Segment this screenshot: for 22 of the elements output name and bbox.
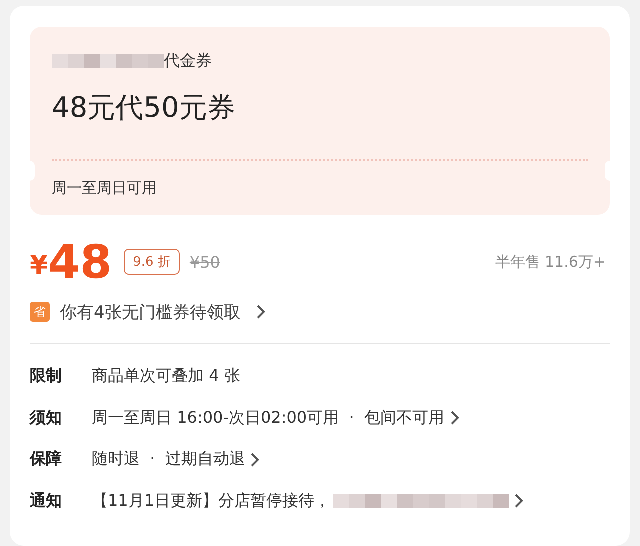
discount-badge: 9.6 折 bbox=[124, 249, 180, 275]
chevron-icon bbox=[251, 452, 260, 467]
detail-label: 限制 bbox=[30, 366, 63, 388]
chevron-icon bbox=[256, 305, 265, 319]
detail-value: 商品单次可叠加 4 张 bbox=[92, 366, 240, 388]
detail-label: 须知 bbox=[30, 408, 63, 429]
coupon-name: 代金券 bbox=[164, 50, 212, 72]
save-icon: 省 bbox=[30, 302, 50, 322]
detail-value[interactable]: 随时退 · 过期自动退 bbox=[92, 449, 246, 470]
coupon-validity: 周一至周日可用 bbox=[52, 179, 158, 198]
detail-label: 通知 bbox=[30, 490, 63, 512]
chevron-icon bbox=[450, 411, 459, 426]
chevron-icon bbox=[514, 494, 523, 508]
detail-label: 保障 bbox=[30, 449, 63, 470]
coupon-title: 48元代50元券 bbox=[52, 90, 236, 126]
currency-symbol: ¥ bbox=[30, 251, 48, 281]
detail-value[interactable]: 周一至周日 16:00-次日02:00可用 · 包间不可用 bbox=[92, 408, 445, 429]
price: 48 bbox=[48, 235, 112, 289]
original-price: ¥50 bbox=[190, 252, 220, 272]
sales-count: 半年售 11.6万+ bbox=[495, 252, 606, 272]
detail-value[interactable]: 【11月1日更新】分店暂停接待， bbox=[92, 490, 331, 512]
coupon-link[interactable]: 你有4张无门槛券待领取 bbox=[60, 300, 241, 324]
